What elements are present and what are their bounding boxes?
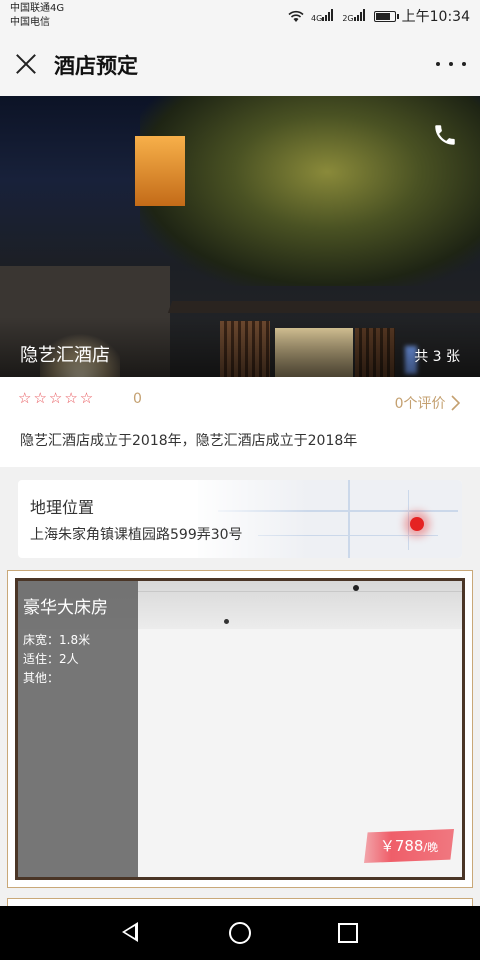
rating-score: 0 [133, 391, 142, 407]
location-title: 地理位置 [30, 498, 95, 517]
room-other: 其他： [23, 671, 60, 685]
battery-icon [373, 10, 399, 22]
reviews-label: 0个评价 [394, 396, 446, 412]
room-bed-width: 床宽：1.8米 [23, 633, 91, 647]
signal-2g-icon: 2G [342, 9, 367, 23]
room-card[interactable]: 豪华大床房 床宽：1.8米 适住：2人 其他： ￥788/晚 [7, 570, 473, 888]
chevron-right-icon [451, 395, 461, 411]
signal-4g-icon: 4G [311, 9, 336, 23]
home-icon[interactable] [229, 922, 251, 944]
close-icon[interactable] [14, 52, 38, 76]
room-price: ￥788 [379, 837, 424, 855]
room-info-panel: 豪华大床房 床宽：1.8米 适住：2人 其他： [18, 581, 138, 877]
carrier-primary: 中国联通4G [10, 3, 65, 14]
hotel-info-section: ☆☆☆☆☆ 0 0个评价 隐艺汇酒店成立于2018年，隐艺汇酒店成立于2018年 [0, 377, 480, 467]
back-icon[interactable] [122, 922, 138, 942]
rating-stars: ☆☆☆☆☆ [18, 389, 96, 407]
room-price-unit: /晚 [423, 841, 439, 854]
room-photo: 豪华大床房 床宽：1.8米 适住：2人 其他： ￥788/晚 [15, 578, 465, 880]
hotel-description: 隐艺汇酒店成立于2018年，隐艺汇酒店成立于2018年 [20, 433, 358, 449]
carrier-secondary: 中国电信 [10, 17, 50, 28]
map-pin-icon [410, 517, 424, 531]
page-title: 酒店预定 [54, 54, 138, 78]
room-name: 豪华大床房 [23, 598, 108, 618]
system-nav-bar [0, 906, 480, 960]
room-price-tag: ￥788/晚 [364, 829, 454, 863]
photo-count: 共 3 张 [414, 349, 460, 365]
recent-apps-icon[interactable] [338, 923, 358, 943]
room-capacity: 适住：2人 [23, 652, 79, 666]
carrier-info: 中国联通4G 中国电信 [10, 2, 64, 30]
hotel-name: 隐艺汇酒店 [20, 345, 110, 366]
more-options-icon[interactable] [436, 54, 466, 74]
location-card[interactable]: 地理位置 上海朱家角镇课植园路599弄30号 [18, 480, 462, 558]
location-address: 上海朱家角镇课植园路599弄30号 [30, 527, 243, 543]
status-bar: 中国联通4G 中国电信 4G 2G 上午10:34 [0, 0, 480, 32]
phone-icon[interactable] [432, 122, 458, 148]
status-icons: 4G 2G 上午10:34 [287, 6, 470, 26]
reviews-link[interactable]: 0个评价 [394, 393, 461, 413]
wifi-icon [288, 10, 304, 22]
hotel-photo-gallery[interactable]: 隐艺汇酒店 共 3 张 [0, 96, 480, 377]
nav-bar: 酒店预定 [0, 32, 480, 96]
status-time: 上午10:34 [401, 9, 470, 25]
